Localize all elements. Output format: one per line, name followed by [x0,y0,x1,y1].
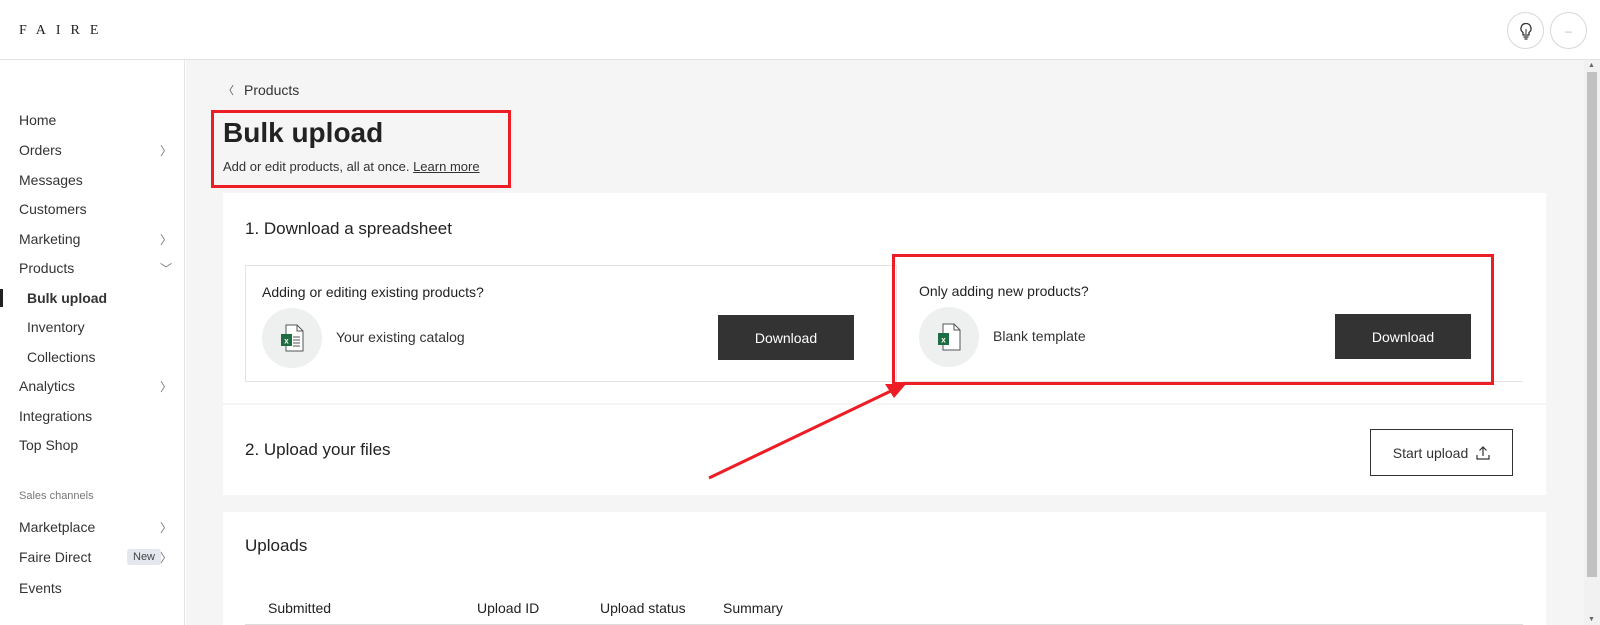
svg-text:x: x [284,337,289,346]
top-bar: FAIRE – [0,0,1600,60]
sidebar-item-label: Events [19,580,62,596]
sidebar-nav: Home Orders 〉 Messages Customers Marketin… [0,60,185,625]
sidebar-item-orders[interactable]: Orders 〉 [19,138,176,162]
sidebar-item-label: Top Shop [19,437,79,453]
sidebar-item-label: Analytics [19,378,76,394]
sidebar-item-label: Bulk upload [27,290,108,306]
sidebar-item-marketing[interactable]: Marketing 〉 [19,227,176,251]
sidebar-item-home[interactable]: Home [19,108,176,132]
breadcrumb[interactable]: 〈 Products [223,82,299,98]
scroll-down-arrow-icon[interactable]: ▼ [1588,616,1595,623]
column-header-upload-status[interactable]: Upload status [600,600,686,616]
sidebar-item-inventory[interactable]: Inventory [27,315,176,339]
sidebar-item-label: Customers [19,201,87,217]
uploads-title: Uploads [245,536,308,555]
annotation-box-blank-template [892,254,1494,385]
sidebar-item-marketplace[interactable]: Marketplace 〉 [19,515,176,539]
upload-files-card: 2. Upload your files Start upload [223,405,1546,495]
sidebar-item-label: Home [19,112,57,128]
sidebar-item-analytics[interactable]: Analytics 〉 [19,374,176,398]
sales-channels-heading: Sales channels [19,490,94,502]
page-scrollbar[interactable]: ▲ ▼ [1584,60,1600,625]
breadcrumb-products-link[interactable]: Products [244,82,299,98]
chevron-down-icon: ﹀ [159,261,172,276]
sidebar-item-customers[interactable]: Customers [19,197,176,221]
spreadsheet-icon: x [262,308,322,368]
scroll-up-arrow-icon[interactable]: ▲ [1588,62,1595,69]
sidebar-item-label: Integrations [19,408,93,424]
start-upload-button[interactable]: Start upload [1370,429,1513,476]
sidebar-item-collections[interactable]: Collections [27,345,176,369]
chevron-left-icon: 〈 [223,85,234,97]
option-question: Adding or editing existing products? [262,284,484,300]
download-catalog-button[interactable]: Download [718,315,854,360]
chevron-right-icon: 〉 [159,232,172,247]
column-header-submitted[interactable]: Submitted [268,600,331,616]
sidebar-item-integrations[interactable]: Integrations [19,404,176,428]
option-name: Your existing catalog [336,329,465,345]
uploads-card: Uploads Submitted Upload ID Upload statu… [223,512,1546,625]
sidebar-item-label: Messages [19,172,83,188]
faire-logo[interactable]: FAIRE [19,23,108,39]
sidebar-item-label: Products [19,260,75,276]
chevron-right-icon: 〉 [159,143,172,158]
sidebar-item-label: Inventory [27,319,85,335]
step1-title: 1. Download a spreadsheet [245,219,452,238]
lightbulb-icon [1519,22,1532,40]
sidebar-item-label: Faire Direct [19,549,92,565]
avatar-icon: – [1565,23,1572,38]
chevron-right-icon: 〉 [159,550,172,565]
sidebar-item-label: Marketing [19,231,81,247]
chevron-right-icon: 〉 [159,520,172,535]
active-indicator [0,289,3,307]
sidebar-item-label: Orders [19,142,62,158]
start-upload-label: Start upload [1392,444,1469,461]
sidebar-item-events[interactable]: Events [19,576,176,600]
lightbulb-button[interactable] [1507,12,1544,49]
sidebar-item-label: Collections [27,349,96,365]
sidebar-item-messages[interactable]: Messages [19,168,176,192]
column-header-upload-id[interactable]: Upload ID [477,600,539,616]
annotation-box-title [211,110,511,188]
sidebar-item-products[interactable]: Products ﹀ [19,256,176,280]
existing-catalog-option: Adding or editing existing products? x Y… [245,265,897,382]
account-avatar-button[interactable]: – [1550,12,1587,49]
new-badge: New [127,549,162,565]
sidebar-item-faire-direct[interactable]: Faire Direct New 〉 [19,545,176,569]
column-header-summary[interactable]: Summary [723,600,783,616]
upload-icon [1476,445,1490,460]
chevron-right-icon: 〉 [159,379,172,394]
sidebar-item-bulk-upload[interactable]: Bulk upload [27,286,176,310]
step2-title: 2. Upload your files [245,440,391,459]
scrollbar-thumb[interactable] [1587,72,1597,577]
sidebar-item-top-shop[interactable]: Top Shop [19,433,176,457]
sidebar-item-label: Marketplace [19,519,96,535]
